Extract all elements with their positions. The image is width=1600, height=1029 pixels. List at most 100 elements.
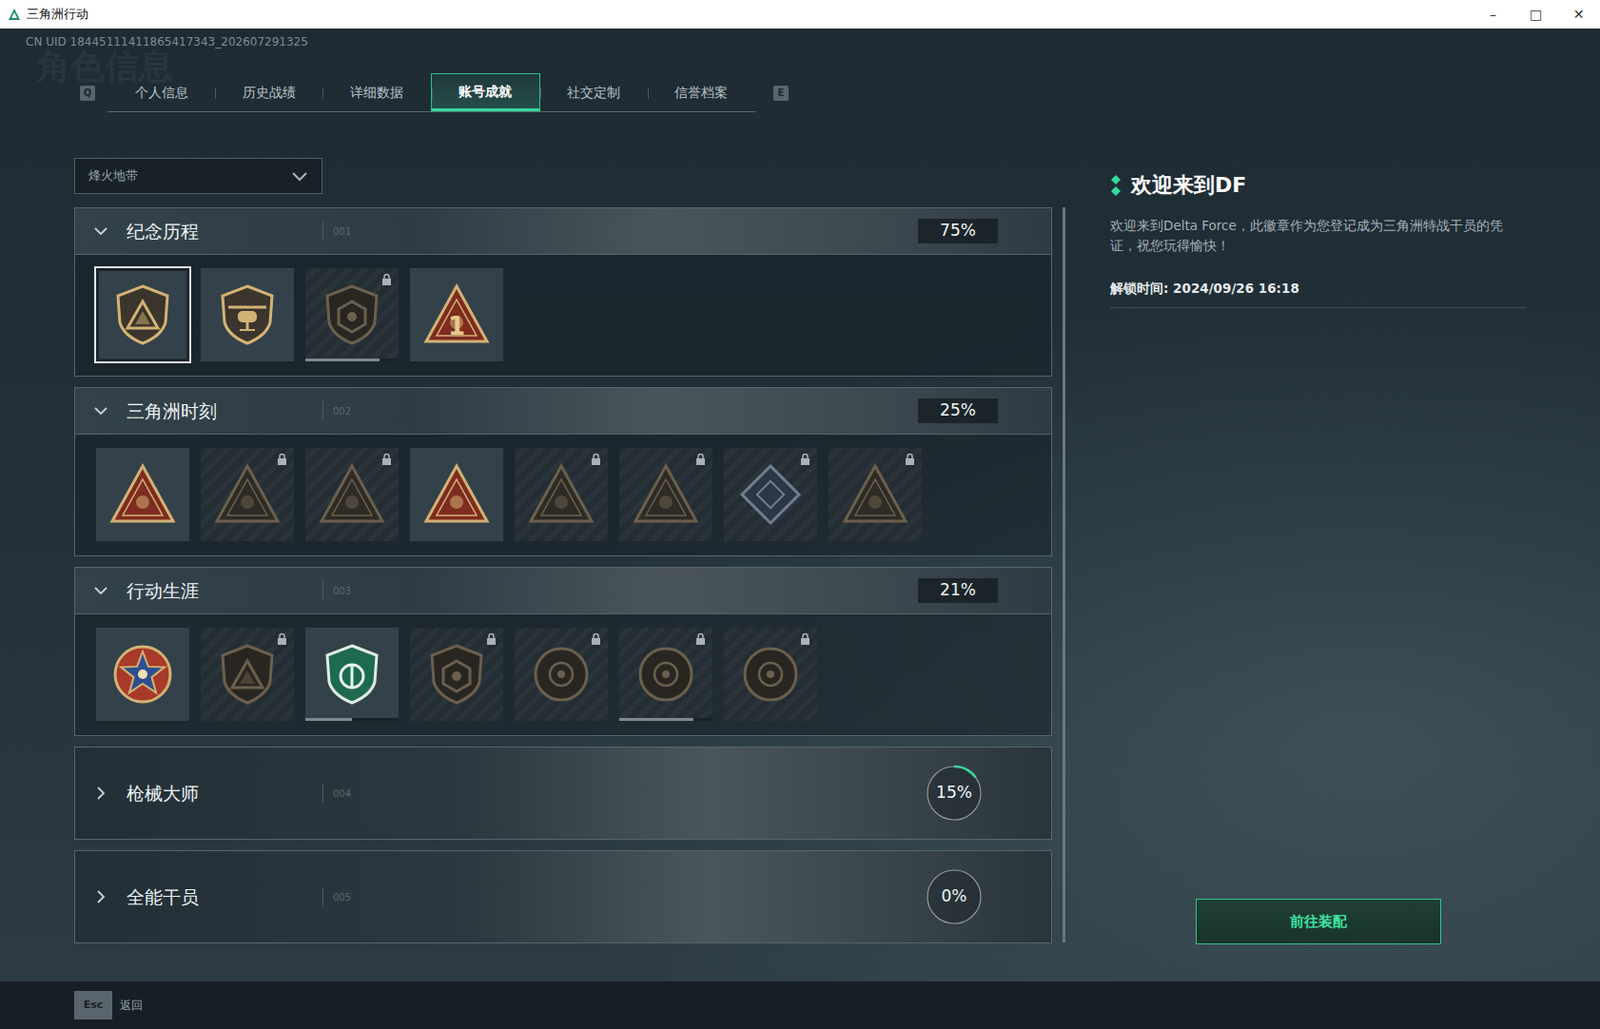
tab[interactable]: 历史战绩 [214, 73, 323, 112]
badge-tile[interactable] [303, 266, 401, 364]
tab[interactable]: 信誉档案 [647, 73, 756, 112]
badge-progress-fill [619, 718, 694, 722]
badge-frame[interactable] [305, 268, 399, 362]
section-separator [322, 221, 324, 241]
badge-frame[interactable] [619, 448, 713, 542]
section-header[interactable]: 行动生涯00321% [74, 566, 1053, 615]
badge-tile[interactable] [408, 446, 506, 544]
badge-tile[interactable] [94, 446, 192, 544]
badge-frame[interactable] [96, 627, 190, 722]
tab[interactable]: 账号成就 [430, 73, 541, 112]
badge-frame[interactable] [98, 271, 187, 359]
triangle-badge-icon[interactable] [422, 460, 491, 529]
badge-tile[interactable] [198, 446, 296, 544]
chevron-right-icon[interactable] [94, 890, 108, 904]
triangle-badge-icon[interactable]: 1 [422, 280, 491, 350]
mode-dropdown[interactable]: 烽火地带 [74, 157, 323, 195]
badge-tile[interactable]: 1 [408, 266, 506, 364]
badge-tile[interactable] [512, 446, 610, 544]
triangle-badge-icon[interactable] [526, 460, 596, 529]
triangle-badge-icon[interactable] [840, 460, 910, 529]
prev-tab-key[interactable]: Q [79, 85, 96, 101]
shield-badge-icon[interactable] [213, 640, 282, 709]
mode-value[interactable]: 烽火地带 [88, 166, 138, 186]
chevron-down-icon[interactable] [94, 224, 108, 238]
badge-frame[interactable] [305, 627, 399, 722]
tab[interactable]: 详细数据 [322, 73, 430, 112]
page-watermark: 角色信息 [36, 47, 174, 86]
badge-frame[interactable] [409, 448, 504, 542]
section-separator [322, 401, 324, 421]
esc-key[interactable]: Esc [74, 991, 113, 1020]
hex-badge-icon[interactable] [317, 280, 387, 350]
section-header[interactable]: 纪念历程00175% [74, 207, 1053, 255]
badge-tile[interactable] [303, 446, 401, 544]
lock-icon [381, 452, 392, 466]
badge-frame[interactable] [828, 448, 922, 542]
badge-frame[interactable] [514, 448, 608, 542]
badge-frame[interactable] [409, 627, 504, 722]
green-badge-icon[interactable] [317, 640, 387, 709]
equip-button[interactable]: 前往装配 [1195, 898, 1442, 945]
badge-tile[interactable] [198, 625, 296, 723]
diamond-icon [1110, 175, 1122, 196]
badge-frame[interactable] [723, 448, 818, 542]
triangle-badge-icon[interactable] [213, 460, 282, 529]
section-header[interactable]: 枪械大师00415% [74, 746, 1053, 840]
section-index: 001 [332, 224, 352, 239]
badge-progress-fill [305, 358, 380, 362]
hex-badge-icon[interactable] [422, 640, 491, 709]
badge-grid: 1 [74, 254, 1053, 377]
section-title: 纪念历程 [126, 217, 323, 246]
triangle-badge-icon[interactable] [631, 460, 701, 529]
badge-tile[interactable] [721, 446, 820, 544]
diamond-badge-icon[interactable] [736, 460, 805, 529]
badge-progress-track [305, 718, 399, 722]
chevron-down-icon[interactable] [291, 169, 309, 183]
badge-tile[interactable] [303, 625, 401, 723]
badge-frame[interactable] [514, 627, 608, 722]
achievement-section: 纪念历程00175%1 [74, 207, 1053, 377]
heli-badge-icon[interactable] [213, 280, 282, 350]
tab[interactable]: 个人信息 [107, 73, 215, 112]
section-header[interactable]: 全能干员0050% [74, 850, 1053, 944]
window-control-button[interactable]: – [1471, 0, 1515, 29]
shield-badge-icon[interactable] [108, 280, 177, 350]
badge-frame[interactable] [619, 627, 713, 722]
triangle-badge-icon[interactable] [108, 460, 177, 529]
badge-tile[interactable] [512, 625, 610, 723]
badge-tile[interactable] [617, 446, 715, 544]
badge-frame[interactable] [200, 268, 294, 362]
badge-tile[interactable] [826, 446, 924, 544]
triangle-badge-icon[interactable] [317, 460, 387, 529]
scrollbar[interactable] [1062, 207, 1066, 943]
chevron-right-icon[interactable] [94, 786, 108, 800]
section-percent: 21% [917, 578, 998, 604]
tab[interactable]: 社交定制 [540, 73, 648, 112]
badge-frame[interactable] [200, 627, 294, 722]
chevron-down-icon[interactable] [94, 584, 108, 598]
badge-tile[interactable] [721, 625, 820, 723]
badge-frame[interactable]: 1 [409, 268, 504, 362]
badge-frame[interactable] [200, 448, 294, 542]
badge-tile[interactable] [617, 625, 715, 723]
unlock-time: 解锁时间: 2024/09/26 16:18 [1110, 278, 1526, 309]
medal-badge-icon[interactable] [108, 640, 177, 709]
window-control-button[interactable]: ✕ [1557, 0, 1600, 29]
circle-badge-icon[interactable] [526, 640, 596, 709]
badge-frame[interactable] [305, 448, 399, 542]
achievement-section: 枪械大师00415% [74, 746, 1053, 840]
section-header[interactable]: 三角洲时刻00225% [74, 387, 1053, 435]
circle-badge-icon[interactable] [631, 640, 701, 709]
badge-frame[interactable] [723, 627, 818, 722]
next-tab-key[interactable]: E [773, 85, 789, 101]
window-control-button[interactable]: □ [1514, 0, 1558, 29]
badge-tile[interactable] [94, 266, 192, 364]
badge-frame[interactable] [96, 448, 190, 542]
badge-tile[interactable] [198, 266, 296, 364]
chevron-down-icon[interactable] [94, 404, 108, 418]
badge-tile[interactable] [94, 625, 192, 723]
circle-badge-icon[interactable] [736, 640, 805, 709]
badge-tile[interactable] [408, 625, 506, 723]
back-label[interactable]: 返回 [119, 996, 143, 1015]
